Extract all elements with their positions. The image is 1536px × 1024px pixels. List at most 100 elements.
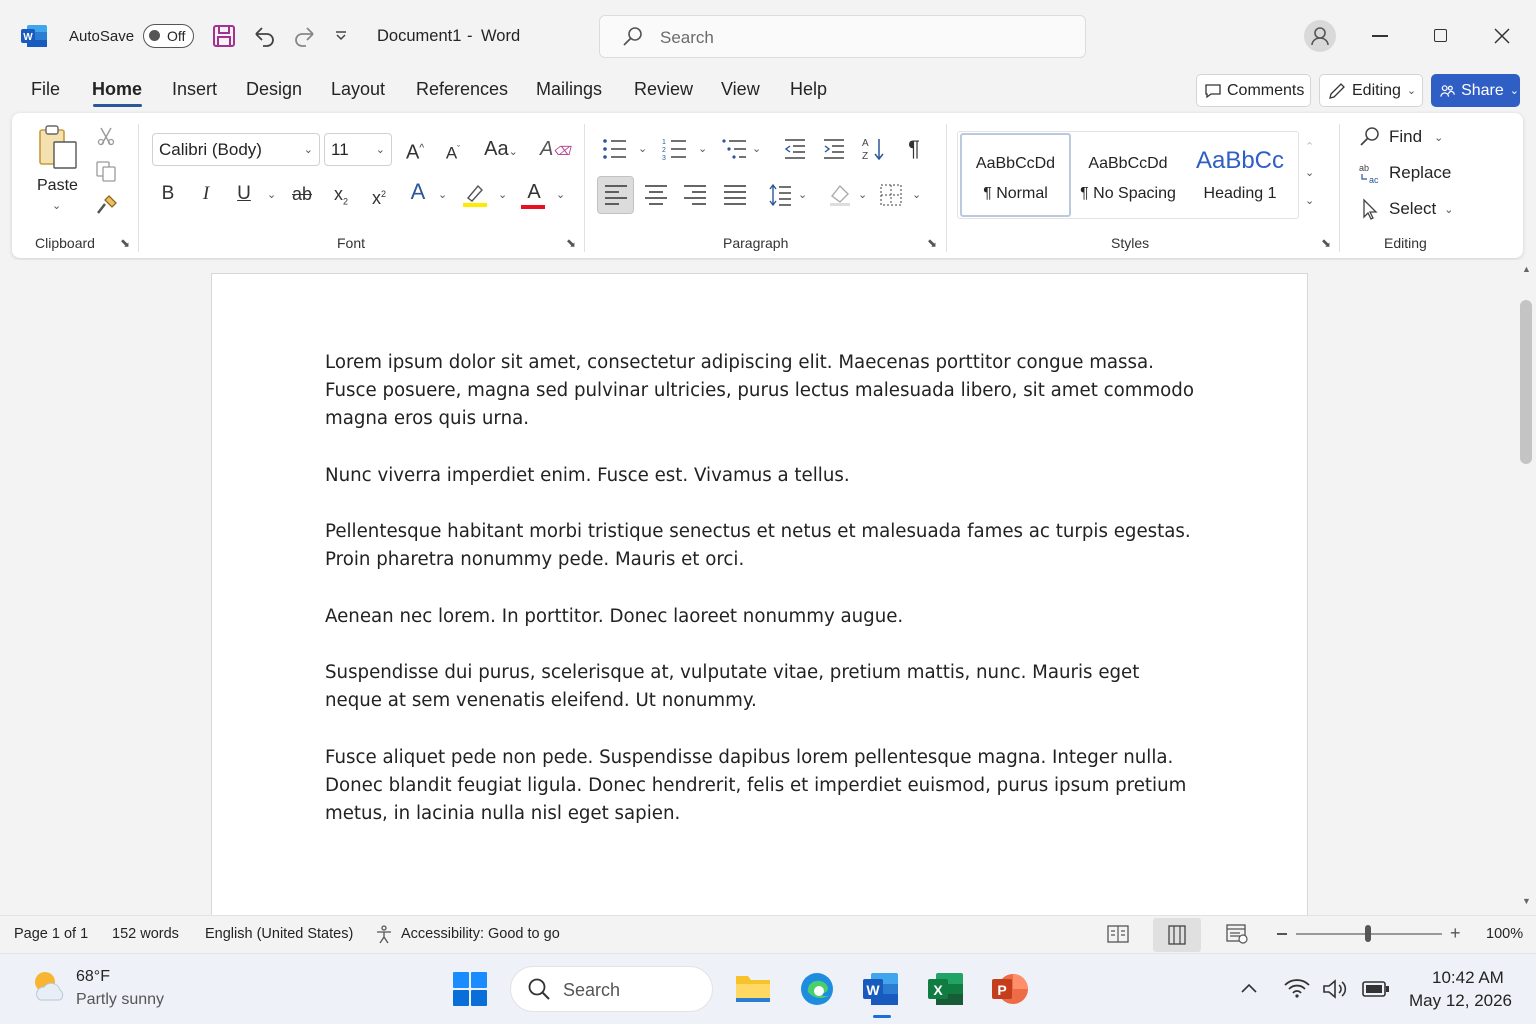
superscript-icon[interactable]: x2 bbox=[368, 182, 390, 210]
tab-help[interactable]: Help bbox=[790, 79, 827, 100]
change-case-button[interactable]: Aa⌄ bbox=[480, 137, 522, 164]
save-icon[interactable] bbox=[212, 24, 236, 48]
clock-date[interactable]: May 12, 2026 bbox=[1409, 991, 1512, 1011]
minimize-icon[interactable] bbox=[1372, 35, 1388, 37]
align-left-button[interactable] bbox=[597, 176, 634, 214]
wifi-icon[interactable] bbox=[1284, 978, 1310, 998]
tab-layout[interactable]: Layout bbox=[331, 79, 385, 100]
styles-scroll-up-icon[interactable]: ⌃ bbox=[1305, 140, 1314, 153]
zoom-level[interactable]: 100% bbox=[1486, 926, 1523, 942]
read-mode-icon[interactable] bbox=[1107, 925, 1129, 943]
paragraph[interactable]: Pellentesque habitant morbi tristique se… bbox=[325, 518, 1195, 574]
clock-time[interactable]: 10:42 AM bbox=[1432, 968, 1504, 988]
font-color-icon[interactable]: A bbox=[521, 180, 547, 209]
print-layout-button[interactable] bbox=[1153, 918, 1201, 952]
tab-design[interactable]: Design bbox=[246, 79, 302, 100]
grow-font-icon[interactable]: A^ bbox=[402, 137, 428, 165]
decrease-indent-icon[interactable] bbox=[783, 137, 807, 161]
undo-icon[interactable] bbox=[252, 24, 276, 48]
tab-file[interactable]: File bbox=[31, 79, 60, 100]
web-layout-icon[interactable] bbox=[1226, 924, 1248, 944]
select-button[interactable]: Select ⌄ bbox=[1359, 196, 1459, 222]
tab-insert[interactable]: Insert bbox=[172, 79, 217, 100]
paragraph[interactable]: Nunc viverra imperdiet enim. Fusce est. … bbox=[325, 462, 1195, 490]
language-indicator[interactable]: English (United States) bbox=[205, 926, 353, 942]
weather-temperature[interactable]: 68°F bbox=[76, 968, 110, 986]
strikethrough-icon[interactable]: ab bbox=[290, 182, 314, 206]
page-count[interactable]: Page 1 of 1 bbox=[14, 926, 88, 942]
share-button[interactable]: Share ⌄ bbox=[1431, 74, 1520, 107]
text-effects-icon[interactable]: A bbox=[405, 180, 431, 204]
document-body[interactable]: Lorem ipsum dolor sit amet, consectetur … bbox=[325, 349, 1195, 857]
show-hidden-icons-icon[interactable] bbox=[1240, 982, 1258, 994]
accessibility-status[interactable]: Accessibility: Good to go bbox=[401, 926, 560, 942]
search-box[interactable]: Search bbox=[599, 15, 1086, 58]
line-spacing-icon[interactable] bbox=[768, 183, 792, 207]
styles-scroll-down-icon[interactable]: ⌄ bbox=[1305, 166, 1314, 179]
volume-icon[interactable] bbox=[1322, 978, 1348, 1000]
clear-formatting-icon[interactable]: A⌫ bbox=[540, 137, 570, 163]
paragraph[interactable]: Suspendisse dui purus, scelerisque at, v… bbox=[325, 659, 1195, 715]
comments-button[interactable]: Comments bbox=[1196, 74, 1311, 107]
cut-icon[interactable] bbox=[96, 126, 116, 146]
tab-home[interactable]: Home bbox=[92, 79, 142, 100]
font-size-dropdown[interactable]: 11 ⌄ bbox=[324, 133, 392, 166]
word-taskbar-icon[interactable]: W bbox=[863, 972, 899, 1006]
powerpoint-taskbar-icon[interactable]: P bbox=[992, 972, 1028, 1006]
paragraph[interactable]: Lorem ipsum dolor sit amet, consectetur … bbox=[325, 349, 1195, 434]
autosave-toggle[interactable]: Off bbox=[143, 24, 194, 48]
taskbar-search[interactable]: Search bbox=[510, 966, 713, 1012]
scroll-down-icon[interactable]: ▼ bbox=[1522, 896, 1531, 906]
style-normal[interactable]: AaBbCcDd ¶ Normal bbox=[960, 133, 1071, 217]
zoom-slider-thumb[interactable] bbox=[1365, 925, 1371, 942]
word-app-icon[interactable]: W bbox=[21, 24, 48, 48]
borders-icon[interactable] bbox=[880, 184, 902, 206]
show-formatting-marks-icon[interactable]: ¶ bbox=[903, 137, 925, 161]
styles-dialog-launcher-icon[interactable]: ⬊ bbox=[1321, 236, 1331, 250]
chevron-down-icon[interactable]: ⌄ bbox=[912, 188, 921, 201]
italic-icon[interactable]: I bbox=[196, 182, 216, 206]
highlight-color-icon[interactable] bbox=[462, 182, 488, 208]
paragraph-dialog-launcher-icon[interactable]: ⬊ bbox=[927, 236, 937, 250]
shading-icon[interactable] bbox=[828, 182, 852, 206]
multilevel-list-icon[interactable] bbox=[722, 137, 748, 161]
bullets-icon[interactable] bbox=[602, 137, 628, 161]
chevron-down-icon[interactable]: ⌄ bbox=[498, 188, 507, 201]
word-count[interactable]: 152 words bbox=[112, 926, 179, 942]
style-heading-1[interactable]: AaBbCc Heading 1 bbox=[1185, 133, 1295, 217]
scroll-up-icon[interactable]: ▲ bbox=[1522, 264, 1531, 274]
maximize-icon[interactable] bbox=[1434, 29, 1447, 42]
shrink-font-icon[interactable]: Aˇ bbox=[442, 137, 464, 166]
scrollbar-thumb[interactable] bbox=[1520, 300, 1532, 464]
chevron-down-icon[interactable]: ⌄ bbox=[638, 142, 647, 155]
vertical-scrollbar[interactable]: ▲ ▼ bbox=[1518, 260, 1536, 915]
chevron-down-icon[interactable]: ⌄ bbox=[858, 188, 867, 201]
align-center-icon[interactable] bbox=[644, 184, 668, 206]
chevron-down-icon[interactable]: ⌄ bbox=[267, 188, 276, 201]
weather-icon[interactable] bbox=[30, 968, 68, 1004]
chevron-down-icon[interactable]: ⌄ bbox=[798, 188, 807, 201]
subscript-icon[interactable]: x2 bbox=[330, 182, 352, 214]
styles-more-icon[interactable]: ⌄ bbox=[1305, 194, 1314, 207]
increase-indent-icon[interactable] bbox=[822, 137, 846, 161]
font-name-dropdown[interactable]: Calibri (Body) ⌄ bbox=[152, 133, 320, 166]
paragraph[interactable]: Aenean nec lorem. In porttitor. Donec la… bbox=[325, 603, 1195, 631]
editing-mode-button[interactable]: Editing ⌄ bbox=[1319, 74, 1423, 107]
customize-qat-icon[interactable] bbox=[334, 29, 348, 43]
close-icon[interactable] bbox=[1494, 28, 1510, 44]
tab-mailings[interactable]: Mailings bbox=[536, 79, 602, 100]
paste-button[interactable]: Paste ⌄ bbox=[30, 124, 86, 219]
zoom-out-icon[interactable] bbox=[1277, 933, 1287, 935]
tab-view[interactable]: View bbox=[721, 79, 760, 100]
chevron-down-icon[interactable]: ⌄ bbox=[438, 188, 447, 201]
zoom-in-icon[interactable]: + bbox=[1450, 923, 1461, 944]
edge-browser-icon[interactable] bbox=[800, 972, 834, 1006]
underline-icon[interactable]: U bbox=[234, 182, 254, 206]
find-button[interactable]: Find ⌄ bbox=[1359, 124, 1459, 150]
numbering-icon[interactable]: 123 bbox=[662, 137, 688, 161]
sort-icon[interactable]: AZ bbox=[862, 136, 886, 162]
redo-icon[interactable] bbox=[293, 24, 317, 48]
tab-review[interactable]: Review bbox=[634, 79, 693, 100]
replace-button[interactable]: ab ac Replace bbox=[1359, 160, 1459, 186]
copy-icon[interactable] bbox=[95, 160, 117, 182]
